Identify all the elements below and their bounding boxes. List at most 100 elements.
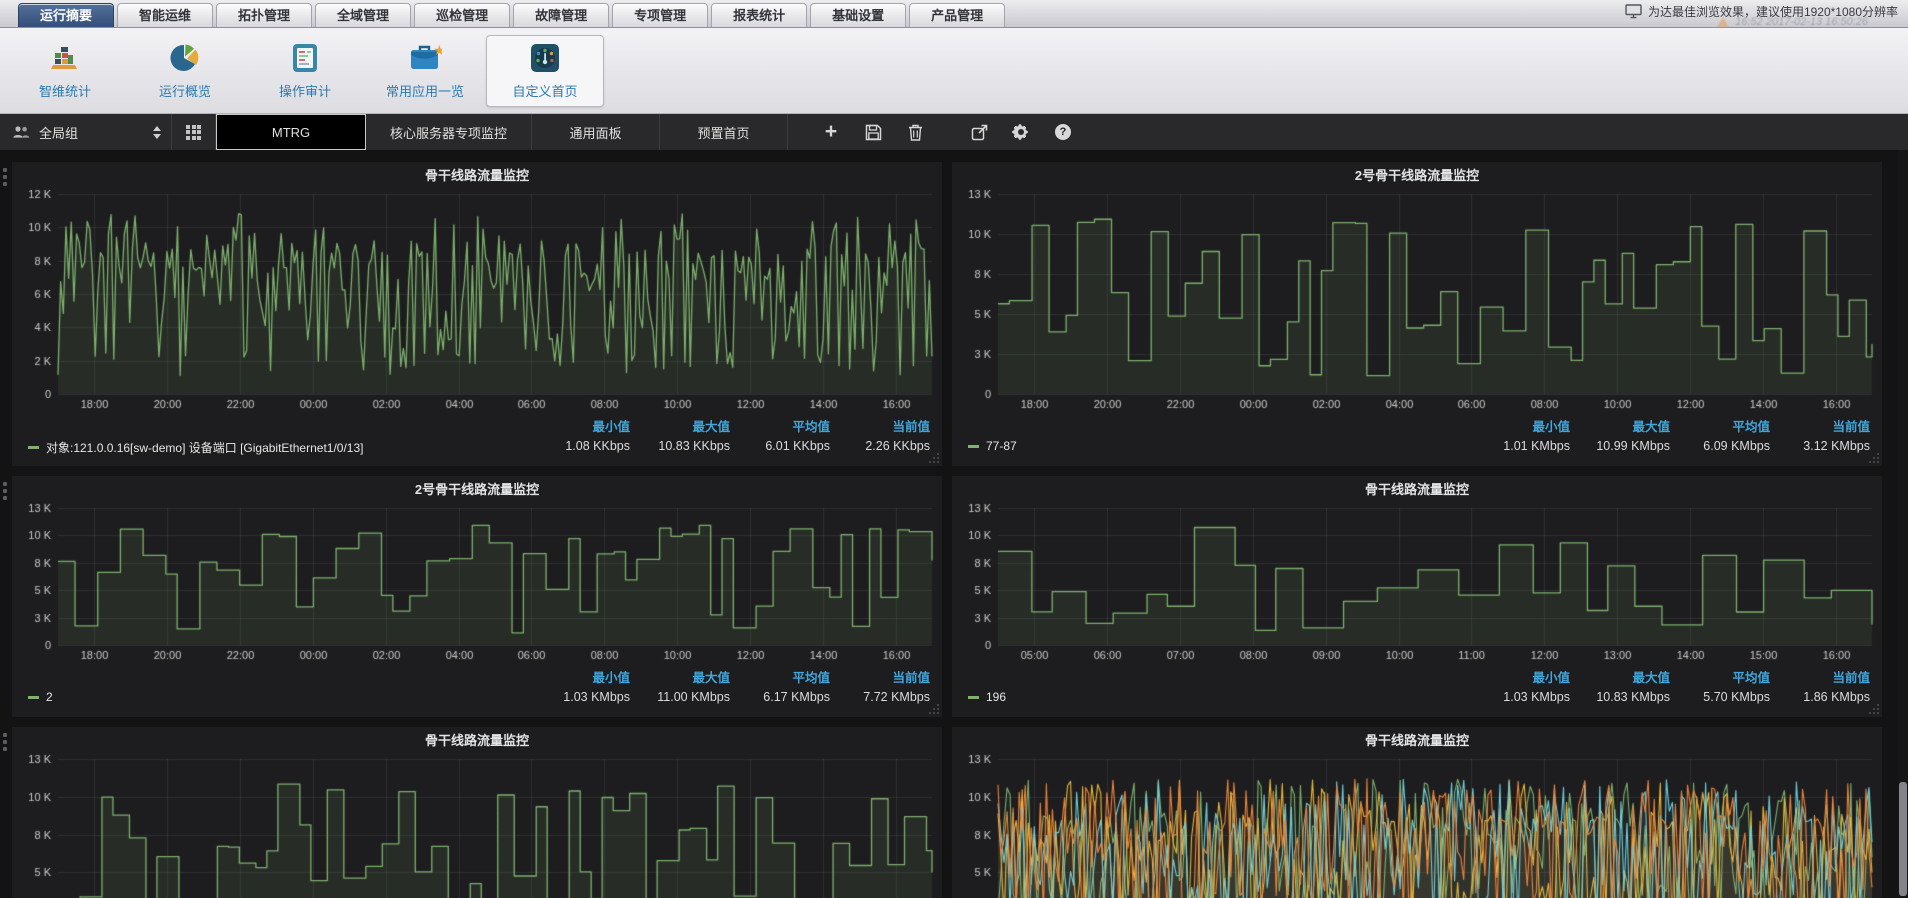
dashboard-area: 骨干线路流量监控 最小值 最大值 平均值 当前值 对象:121.0.0.16[s… — [0, 150, 1908, 894]
nav-tab[interactable]: 故障管理 — [513, 3, 609, 27]
stat-header-min[interactable]: 最小值 — [1470, 416, 1570, 439]
series-legend[interactable]: 196 — [968, 690, 1470, 704]
nav-tab[interactable]: 巡检管理 — [414, 3, 510, 27]
chart-panel-3: 骨干线路流量监控 最小值 最大值 平均值 当前值 196 1.03 KMbps … — [952, 476, 1882, 717]
stat-value-min: 1.08 KKbps — [530, 439, 630, 456]
stat-value-avg: 6.17 KMbps — [730, 690, 830, 704]
delete-button[interactable] — [904, 121, 926, 143]
chart-area — [12, 188, 942, 414]
stat-header-max[interactable]: 最大值 — [630, 416, 730, 439]
panel-resize-grip[interactable] — [928, 703, 940, 715]
stat-header-min[interactable]: 最小值 — [530, 667, 630, 690]
traffic-chart-canvas — [952, 502, 1882, 665]
group-icon — [12, 125, 30, 139]
stat-header-avg[interactable]: 平均值 — [1670, 667, 1770, 690]
panel-resize-grip[interactable] — [1868, 703, 1880, 715]
app-item-4[interactable]: 自定义首页 — [486, 35, 604, 107]
row-drag-handle[interactable] — [3, 733, 7, 751]
panel-title[interactable]: 2号骨干线路流量监控 — [12, 476, 942, 502]
app-item-3[interactable]: ★ 常用应用一览 — [366, 35, 484, 107]
nav-tab[interactable]: 报表统计 — [711, 3, 807, 27]
add-button[interactable]: + — [820, 121, 842, 143]
settings-icon — [1012, 123, 1030, 141]
panel-title[interactable]: 骨干线路流量监控 — [952, 476, 1882, 502]
nav-tab[interactable]: 运行摘要 — [18, 3, 114, 27]
nav-tab[interactable]: 产品管理 — [909, 3, 1005, 27]
stat-header-max[interactable]: 最大值 — [630, 667, 730, 690]
resolution-tip-text: 为达最佳浏览效果，建议使用1920*1080分辨率 — [1648, 3, 1898, 20]
bar-chart-icon — [48, 42, 82, 74]
app-item-label: 操作审计 — [279, 81, 331, 100]
row-drag-handle[interactable] — [3, 482, 7, 500]
row-drag-handle[interactable] — [3, 168, 7, 186]
stat-value-avg: 6.01 KKbps — [730, 439, 830, 456]
nav-tab[interactable]: 全域管理 — [315, 3, 411, 27]
app-item-label: 运行概览 — [159, 81, 211, 100]
dashboard-toolbar: 全局组 MTRG核心服务器专项监控通用面板预置首页 +? — [0, 114, 1908, 150]
resolution-tip: 为达最佳浏览效果，建议使用1920*1080分辨率 — [1625, 3, 1898, 20]
stat-value-avg: 5.70 KMbps — [1670, 690, 1770, 704]
stat-header-min[interactable]: 最小值 — [1470, 667, 1570, 690]
layout-grid-button[interactable] — [172, 114, 216, 150]
app-item-label: 常用应用一览 — [386, 81, 464, 100]
stat-value-min: 1.01 KMbps — [1470, 439, 1570, 453]
dashboard-tab[interactable]: 预置首页 — [660, 114, 788, 150]
chart-area — [12, 502, 942, 665]
app-item-0[interactable]: 智维统计 — [6, 35, 124, 107]
vertical-scrollbar[interactable] — [1898, 150, 1908, 898]
sort-arrows-icon — [153, 126, 161, 139]
stat-header-avg[interactable]: 平均值 — [1670, 416, 1770, 439]
save-button[interactable] — [862, 121, 884, 143]
stat-header-avg[interactable]: 平均值 — [730, 416, 830, 439]
stat-header-min[interactable]: 最小值 — [530, 416, 630, 439]
panel-title[interactable]: 2号骨干线路流量监控 — [952, 162, 1882, 188]
panel-title[interactable]: 骨干线路流量监控 — [952, 727, 1882, 753]
nav-tab[interactable]: 拓扑管理 — [216, 3, 312, 27]
group-selector[interactable]: 全局组 — [0, 114, 172, 150]
open-external-button[interactable] — [968, 121, 990, 143]
settings-button[interactable] — [1010, 121, 1032, 143]
stat-value-current: 1.86 KMbps — [1770, 690, 1870, 704]
help-button[interactable]: ? — [1052, 121, 1074, 143]
series-color-dash — [968, 696, 979, 699]
stat-value-current: 3.12 KMbps — [1770, 439, 1870, 453]
scrollbar-thumb[interactable] — [1899, 782, 1907, 896]
dashboard-tab[interactable]: MTRG — [216, 114, 366, 150]
top-navigation: 运行摘要智能运维拓扑管理全域管理巡检管理故障管理专项管理报表统计基础设置产品管理… — [0, 0, 1908, 28]
dashboard-tab[interactable]: 通用面板 — [532, 114, 660, 150]
chart-panel-2: 2号骨干线路流量监控 最小值 最大值 平均值 当前值 2 1.03 KMbps … — [12, 476, 942, 717]
stat-header-current[interactable]: 当前值 — [830, 416, 930, 439]
add-icon: + — [825, 122, 837, 142]
nav-tab[interactable]: 专项管理 — [612, 3, 708, 27]
chart-panel-5: 骨干线路流量监控 — [952, 727, 1882, 898]
chart-area — [952, 502, 1882, 665]
stat-header-current[interactable]: 当前值 — [830, 667, 930, 690]
stat-header-max[interactable]: 最大值 — [1570, 416, 1670, 439]
stat-header-current[interactable]: 当前值 — [1770, 416, 1870, 439]
stat-value-min: 1.03 KMbps — [1470, 690, 1570, 704]
series-color-dash — [968, 445, 979, 448]
panel-resize-grip[interactable] — [928, 452, 940, 464]
panel-title[interactable]: 骨干线路流量监控 — [12, 727, 942, 753]
svg-text:★: ★ — [433, 43, 442, 58]
series-legend[interactable]: 对象:121.0.0.16[sw-demo] 设备端口 [GigabitEthe… — [28, 439, 530, 456]
open-external-icon — [971, 124, 988, 141]
traffic-chart-canvas — [12, 502, 942, 665]
app-item-1[interactable]: 运行概览 — [126, 35, 244, 107]
nav-tab[interactable]: 智能运维 — [117, 3, 213, 27]
panel-resize-grip[interactable] — [1868, 452, 1880, 464]
series-legend[interactable]: 77-87 — [968, 439, 1470, 453]
app-item-label: 自定义首页 — [512, 81, 577, 100]
panel-title[interactable]: 骨干线路流量监控 — [12, 162, 942, 188]
series-legend-text: 77-87 — [986, 439, 1017, 453]
stat-value-min: 1.03 KMbps — [530, 690, 630, 704]
stat-header-avg[interactable]: 平均值 — [730, 667, 830, 690]
stat-header-current[interactable]: 当前值 — [1770, 667, 1870, 690]
app-item-2[interactable]: 操作审计 — [246, 35, 364, 107]
stat-header-max[interactable]: 最大值 — [1570, 667, 1670, 690]
chart-area — [12, 753, 942, 898]
series-legend[interactable]: 2 — [28, 690, 530, 704]
dashboard-tab[interactable]: 核心服务器专项监控 — [366, 114, 532, 150]
nav-tab[interactable]: 基础设置 — [810, 3, 906, 27]
chart-panel-4: 骨干线路流量监控 — [12, 727, 942, 898]
